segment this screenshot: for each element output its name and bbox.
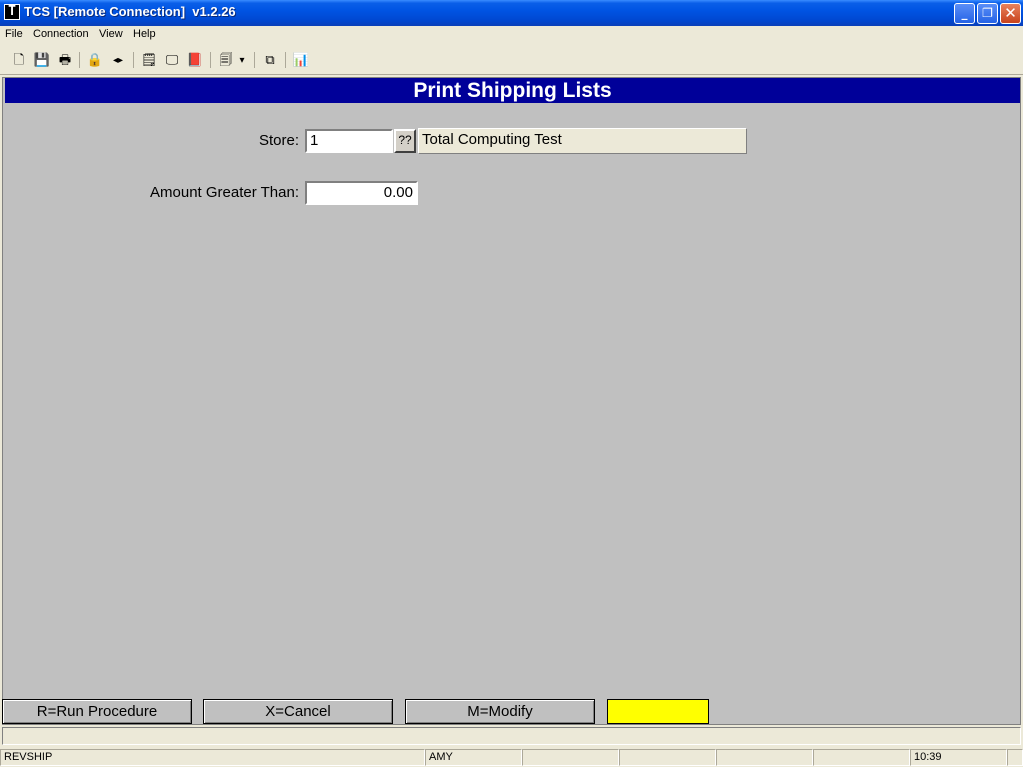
print-icon[interactable]: 🖶	[55, 50, 75, 70]
message-strip	[2, 727, 1021, 745]
status-bar: REVSHIP AMY 10:39	[0, 748, 1023, 767]
menu-help[interactable]: Help	[133, 28, 156, 40]
menu-connection[interactable]: Connection	[33, 28, 89, 40]
resize-grip[interactable]	[1007, 749, 1023, 766]
highlight-indicator	[607, 699, 709, 724]
cancel-button[interactable]: X=Cancel	[203, 699, 393, 724]
app-icon[interactable]: T	[4, 4, 20, 20]
title-bar[interactable]: T TCS [Remote Connection] v1.2.26 _ ❐ ✕	[0, 0, 1023, 26]
toolbar: 🗋 💾 🖶 🔒 ◂▸ 🗒 🖵 📕 🗐 ▾ ⧉ 📊	[0, 46, 1023, 75]
store-lookup-button[interactable]: ??	[394, 129, 416, 153]
status-user: AMY	[425, 749, 522, 766]
window-title: TCS [Remote Connection] v1.2.26	[24, 4, 236, 19]
status-pane-empty	[522, 749, 619, 766]
properties-icon[interactable]: 🗒	[139, 50, 159, 70]
amount-label: Amount Greater Than:	[150, 184, 299, 201]
toolbar-separator	[254, 52, 255, 68]
new-icon[interactable]: 🗋	[9, 50, 29, 70]
book-icon[interactable]: 📕	[185, 50, 205, 70]
menu-view[interactable]: View	[99, 28, 123, 40]
modify-button[interactable]: M=Modify	[405, 699, 595, 724]
form-area: Print Shipping Lists Store: 1 ?? Total C…	[2, 77, 1021, 725]
status-pane-empty	[813, 749, 910, 766]
status-pane-empty	[619, 749, 716, 766]
amount-input[interactable]: 0.00	[305, 181, 418, 205]
status-time: 10:39	[910, 749, 1007, 766]
menu-file[interactable]: File	[5, 28, 23, 40]
menu-bar: File Connection View Help	[0, 26, 1023, 44]
status-pane-empty	[716, 749, 813, 766]
status-program: REVSHIP	[0, 749, 425, 766]
speaker-icon[interactable]: ◂▸	[108, 50, 128, 70]
app-window: T TCS [Remote Connection] v1.2.26 _ ❐ ✕ …	[0, 0, 1023, 767]
toolbar-separator	[210, 52, 211, 68]
restore-button[interactable]: ❐	[977, 3, 998, 24]
dropdown-arrow-icon[interactable]: ▾	[236, 50, 248, 70]
page-title: Print Shipping Lists	[5, 78, 1020, 103]
chart-icon[interactable]: 📊	[291, 50, 311, 70]
save-icon[interactable]: 💾	[32, 50, 52, 70]
store-name-field: Total Computing Test	[418, 128, 747, 154]
toolbar-separator	[285, 52, 286, 68]
lock-icon[interactable]: 🔒	[85, 50, 105, 70]
run-procedure-button[interactable]: R=Run Procedure	[2, 699, 192, 724]
store-input[interactable]: 1	[305, 129, 393, 153]
toolbar-separator	[79, 52, 80, 68]
toolbar-separator	[133, 52, 134, 68]
store-label: Store:	[258, 132, 299, 149]
monitor-icon[interactable]: 🖵	[162, 50, 182, 70]
close-button[interactable]: ✕	[1000, 3, 1021, 24]
network-icon[interactable]: ⧉	[260, 50, 280, 70]
document-dropdown-icon[interactable]: 🗐	[216, 50, 236, 70]
minimize-button[interactable]: _	[954, 3, 975, 24]
